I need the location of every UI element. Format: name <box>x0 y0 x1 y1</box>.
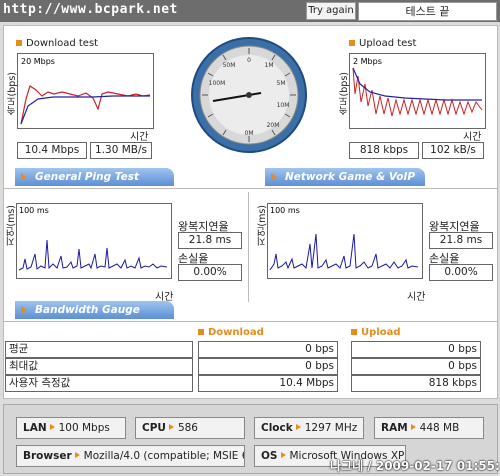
download-series <box>20 85 151 125</box>
tab-network-game[interactable]: Network Game & VoIP Test <box>265 168 425 201</box>
ping-right-time-label: 시간 <box>407 292 426 303</box>
arrow-icon <box>168 424 174 430</box>
upload-kbps: 818 kbps <box>349 142 419 159</box>
download-mbs: 1.30 MB/s <box>90 142 152 159</box>
stats-row-download: 0 bps <box>198 341 338 358</box>
bullet-icon <box>16 40 22 46</box>
stats-row-label: 사용자 측정값 <box>5 375 193 392</box>
upload-time-label: 시간 <box>463 132 482 143</box>
stats-row-upload: 818 kbps <box>351 375 481 392</box>
arrow-icon <box>21 306 27 314</box>
upload-title: Upload test <box>349 38 416 49</box>
end-test-box: 테스트 끝 <box>358 2 497 21</box>
upload-average <box>352 67 482 101</box>
gauge-label: 0 <box>247 57 251 64</box>
ping-left-plot: 100 ms <box>18 206 168 271</box>
upload-scale: 2 Mbps <box>353 57 382 66</box>
bullet-icon <box>198 329 204 335</box>
speed-gauge: 0 1M 5M 10M 20M 50M 100M 0M <box>189 35 309 158</box>
upload-series <box>352 67 483 117</box>
download-average <box>20 95 150 125</box>
ping-left-rtt: 21.8 ms <box>178 232 242 249</box>
gauge-label: 20M <box>267 122 280 129</box>
arrow-icon <box>410 424 416 430</box>
gauge-label: 50M <box>223 62 236 69</box>
site-address: http://www.bcpark.net <box>3 2 178 17</box>
clock-info: Clock 1297 MHz <box>254 417 364 439</box>
try-again-button[interactable]: Try again <box>306 2 356 20</box>
lan-info: LAN 100 Mbps <box>16 417 126 439</box>
bullet-icon <box>349 40 355 46</box>
ping-left-chart: 100 ms <box>16 203 172 279</box>
ping-right-rtt: 21.8 ms <box>429 232 493 249</box>
upload-plot: 2 Mbps <box>352 57 483 117</box>
browser-info: Browser Mozilla/4.0 (compatible; MSIE 6.0 <box>16 445 245 467</box>
arrow-icon <box>21 173 27 181</box>
stats-row-upload: 0 bps <box>351 358 481 375</box>
ping-left-loss: 0.00% <box>178 264 242 281</box>
stats-upload-header: Upload <box>351 327 400 338</box>
download-mbps: 10.4 Mbps <box>17 142 87 159</box>
upload-chart: 2 Mbps <box>349 53 486 129</box>
stats-download-header: Download <box>198 327 264 338</box>
upload-kbs: 102 kB/s <box>422 142 484 159</box>
gauge-label: 10M <box>277 102 290 109</box>
ping-divider <box>248 192 249 302</box>
download-time-label: 시간 <box>130 132 149 143</box>
stats-row-label: 최대값 <box>5 358 193 375</box>
ping-right-loss: 0.00% <box>429 264 493 281</box>
download-plot: 20 Mbps <box>20 57 151 125</box>
gauge-label: 0M <box>245 130 254 137</box>
download-title: Download test <box>16 38 98 49</box>
ping-right-plot: 100 ms <box>269 206 419 271</box>
arrow-icon <box>74 452 80 458</box>
ping-left-scale: 100 ms <box>19 206 49 215</box>
download-scale: 20 Mbps <box>21 57 55 66</box>
gauge-label: 5M <box>277 80 286 87</box>
arrow-icon <box>49 424 55 430</box>
ping-right-chart: 100 ms <box>267 203 423 279</box>
ping-right-series <box>269 233 419 271</box>
stats-row-download: 0 bps <box>198 358 338 375</box>
arrow-icon <box>295 424 301 430</box>
footer-stamp: 나그네 / 2009-02-17 01:55:18 <box>330 459 500 473</box>
arrow-icon <box>271 173 277 181</box>
download-chart: 20 Mbps <box>17 53 154 129</box>
gauge-label: 1M <box>265 62 274 69</box>
stats-row-label: 평균 <box>5 341 193 358</box>
ping-right-scale: 100 ms <box>270 206 300 215</box>
stats-row-upload: 0 bps <box>351 341 481 358</box>
stats-row-download: 10.4 Mbps <box>198 375 338 392</box>
tab-bandwidth-gauge[interactable]: Bandwidth Gauge <box>15 301 174 319</box>
gauge-dial: 0 1M 5M 10M 20M 50M 100M 0M <box>191 37 307 153</box>
ram-info: RAM 448 MB <box>374 417 484 439</box>
cpu-info: CPU 586 <box>135 417 245 439</box>
gauge-label: 100M <box>209 80 226 87</box>
ping-left-series <box>18 239 168 271</box>
bullet-icon <box>351 329 357 335</box>
arrow-icon <box>280 452 286 458</box>
tab-general-ping[interactable]: General Ping Test <box>15 168 174 186</box>
